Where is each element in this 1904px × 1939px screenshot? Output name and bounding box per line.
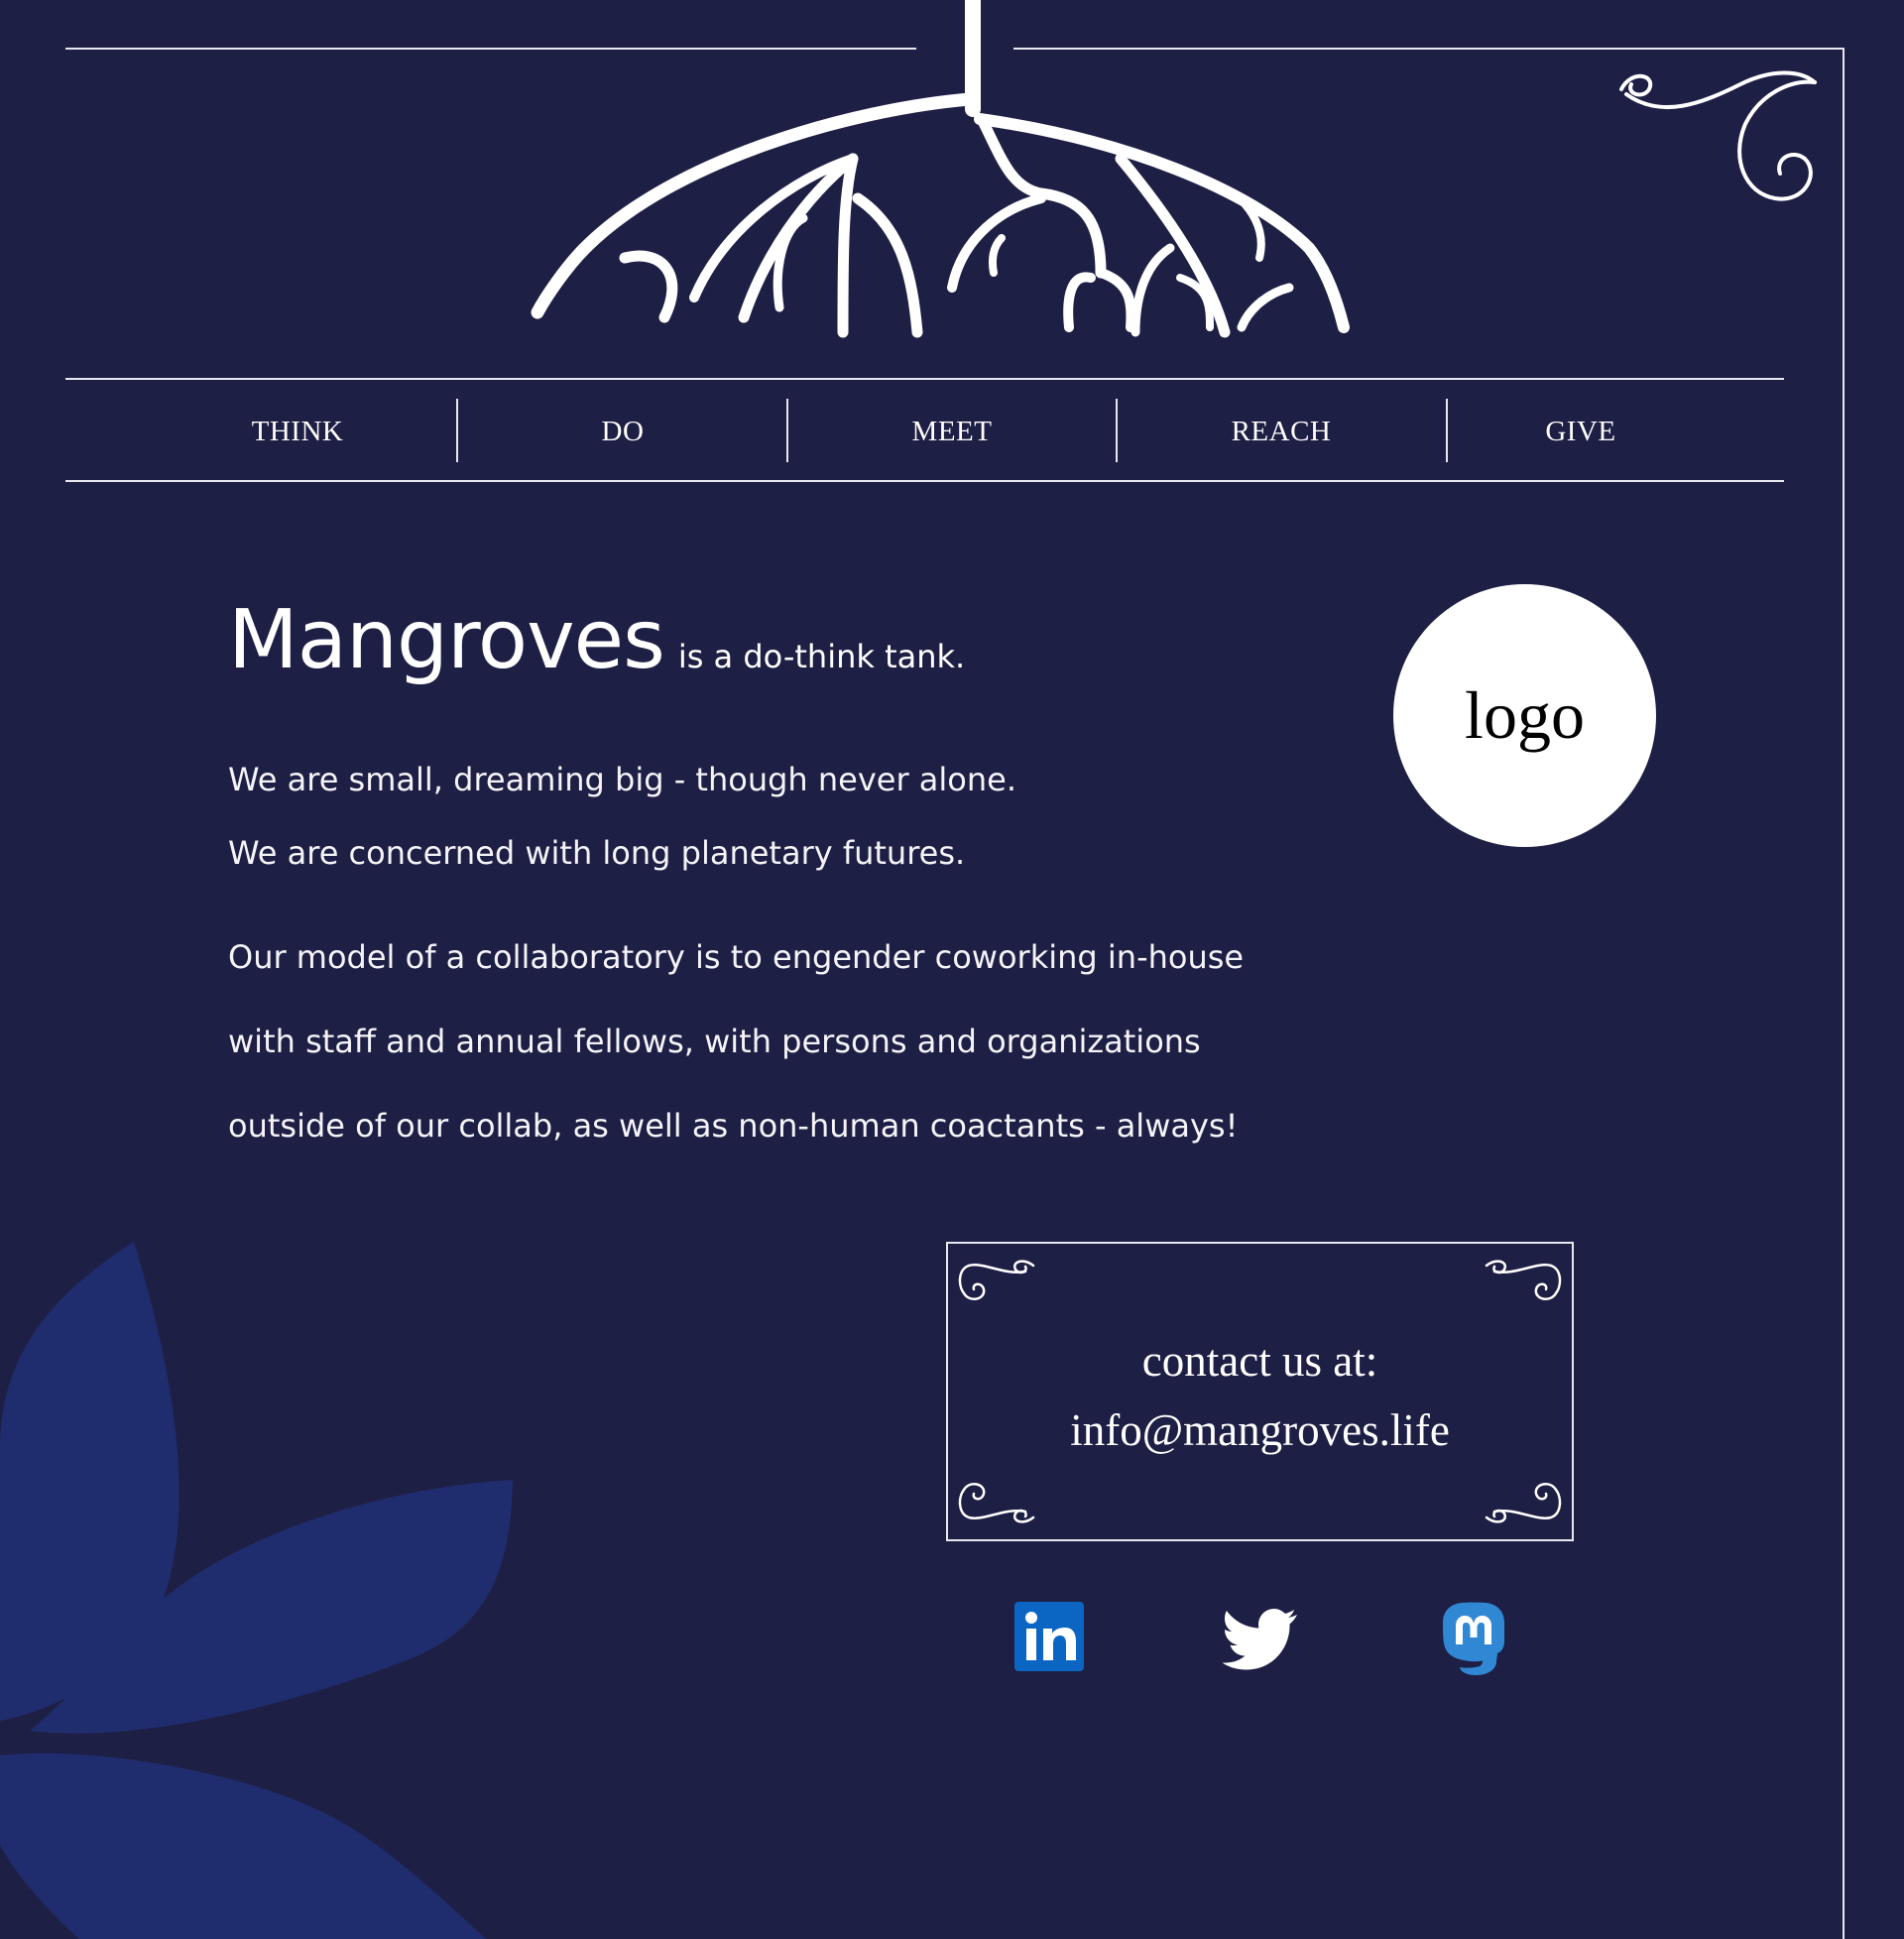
model-line-2: with staff and annual fellows, with pers… (228, 1023, 1201, 1060)
nav-reach[interactable]: REACH (1182, 412, 1380, 451)
logo-placeholder[interactable]: logo (1393, 584, 1656, 847)
nav-meet[interactable]: MEET (853, 412, 1051, 451)
nav-separator (786, 399, 788, 462)
nav-separator (1116, 399, 1118, 462)
intro-line-1: We are small, dreaming big - though neve… (228, 761, 1017, 798)
logo-text: logo (1465, 677, 1585, 753)
model-line-1: Our model of a collaboratory is to engen… (228, 938, 1245, 976)
brand-tagline: is a do-think tank. (677, 638, 966, 675)
right-border (1843, 48, 1844, 1939)
flourish-top-right (1485, 1260, 1562, 1301)
nav-do[interactable]: DO (524, 412, 722, 451)
mastodon-icon[interactable] (1434, 1597, 1513, 1676)
contact-heading: contact us at: (1141, 1336, 1378, 1386)
model-line-3: outside of our collab, as well as non-hu… (228, 1107, 1239, 1145)
nav-top-rule (65, 378, 1784, 380)
corner-flourish (1619, 70, 1817, 201)
flourish-bottom-right (1485, 1482, 1562, 1523)
brand-name: Mangroves (228, 593, 665, 687)
nav-give[interactable]: GIVE (1482, 412, 1680, 451)
brand-heading: Mangroves is a do-think tank. (228, 593, 965, 687)
flourish-top-left (958, 1260, 1035, 1301)
nav-separator (1446, 399, 1448, 462)
nav-bottom-rule (65, 480, 1784, 482)
nav-think[interactable]: THINK (198, 412, 397, 451)
mangrove-roots-illustration (531, 0, 1350, 338)
flourish-bottom-left (958, 1482, 1035, 1523)
leaf-decoration (0, 1242, 513, 1939)
nav-separator (456, 399, 458, 462)
twitter-icon[interactable] (1222, 1597, 1301, 1676)
intro-line-2: We are concerned with long planetary fut… (228, 834, 966, 872)
linkedin-icon[interactable] (1010, 1597, 1089, 1676)
contact-email-link[interactable]: info@mangroves.life (948, 1404, 1572, 1456)
contact-box: contact us at: info@mangroves.life (946, 1242, 1574, 1541)
